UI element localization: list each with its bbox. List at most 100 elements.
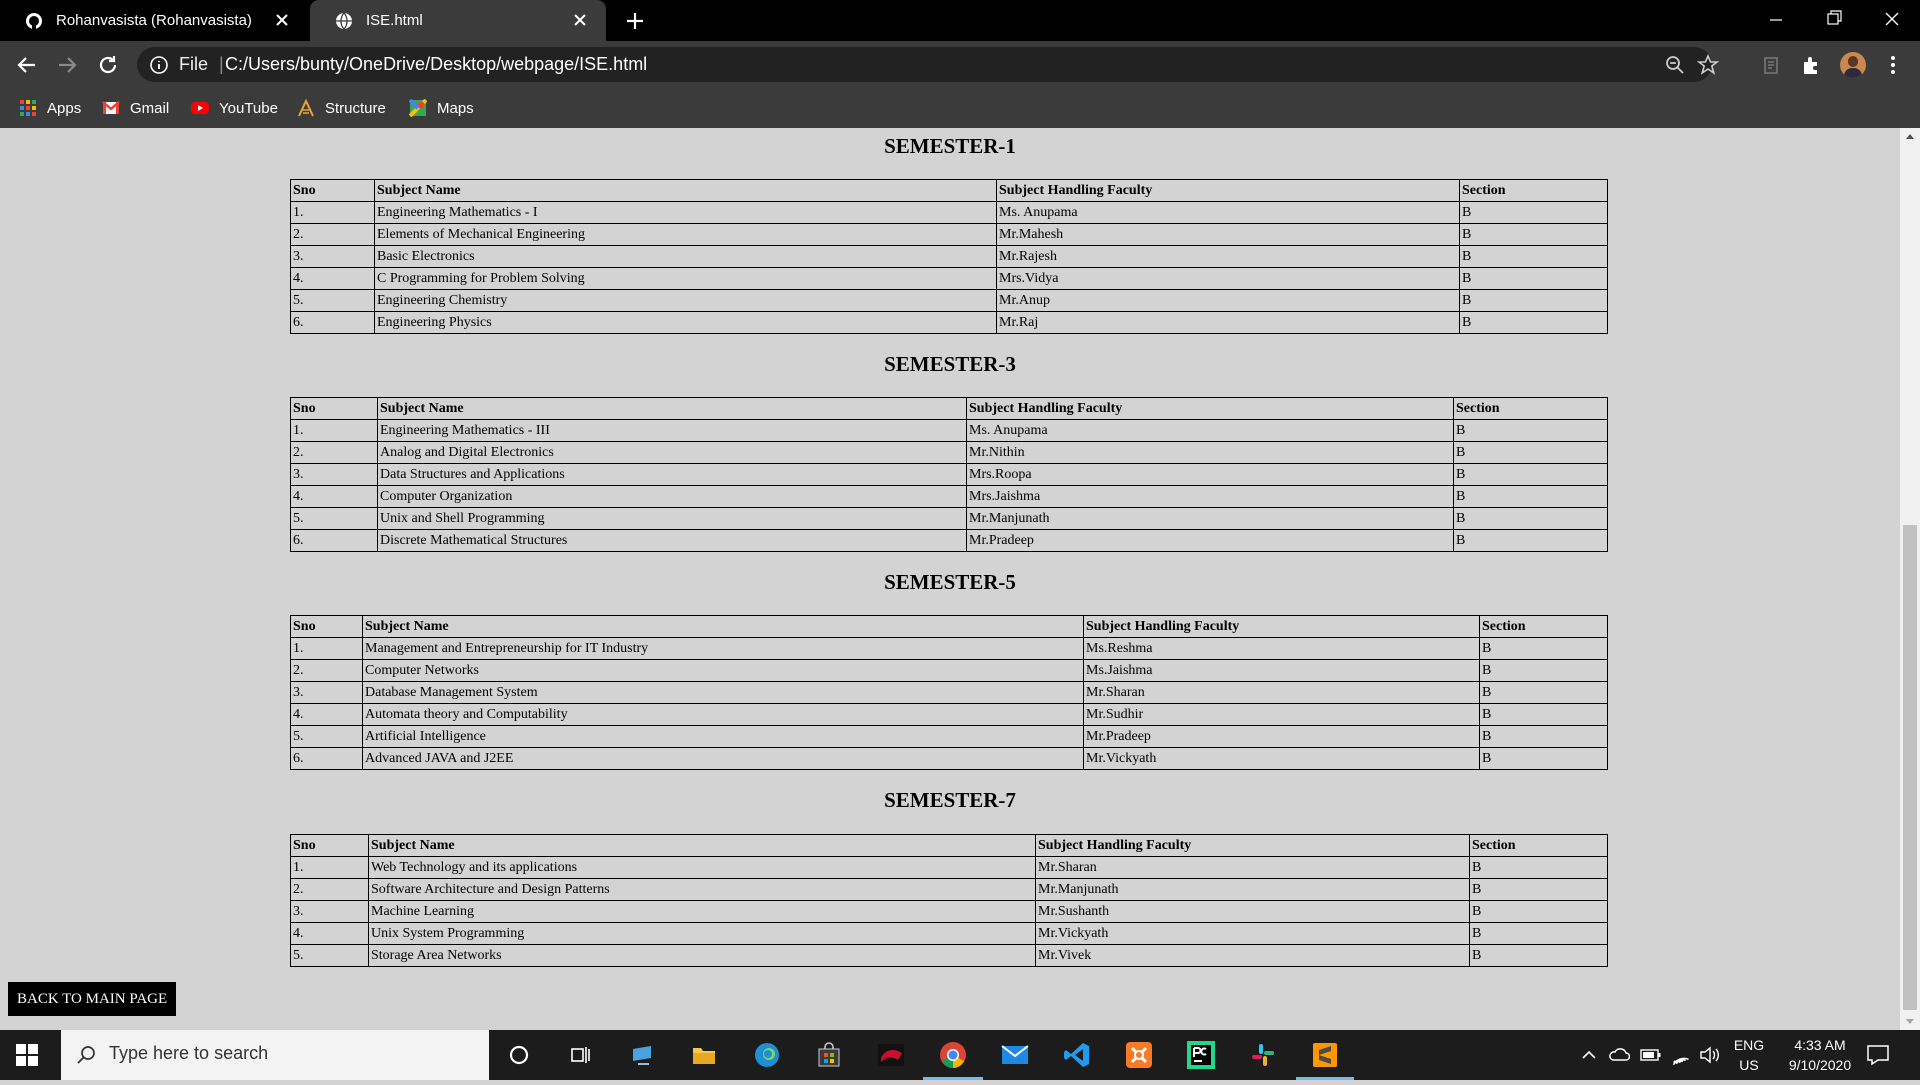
file-explorer-icon[interactable]	[687, 1038, 721, 1072]
tab-title: Rohanvasista (Rohanvasista)	[56, 12, 252, 29]
subject-cell: C Programming for Problem Solving	[374, 267, 997, 290]
table-row: 5. Engineering Chemistry Mr.Anup B	[290, 289, 1608, 312]
section-cell: B	[1459, 223, 1608, 246]
show-hidden-icons-chevron-up-icon[interactable]	[1580, 1046, 1598, 1064]
scrollbar-thumb[interactable]	[1903, 525, 1917, 1010]
back-arrow-icon[interactable]	[14, 52, 40, 78]
faculty-cell: Mr.Nithin	[966, 441, 1454, 464]
faculty-cell: Mr.Sharan	[1035, 856, 1470, 879]
battery-icon[interactable]	[1640, 1046, 1662, 1064]
reading-list-icon[interactable]	[1760, 53, 1784, 77]
slack-icon[interactable]	[1246, 1038, 1280, 1072]
subject-cell: Engineering Chemistry	[374, 289, 997, 312]
subject-cell: Storage Area Networks	[368, 944, 1036, 967]
sno-cell: 4.	[290, 703, 363, 726]
zoom-icon[interactable]	[1664, 54, 1686, 76]
sno-cell: 4.	[290, 485, 378, 508]
section-cell: B	[1453, 441, 1608, 464]
reload-icon[interactable]	[95, 52, 121, 78]
table-row: 2. Elements of Mechanical Engineering Mr.M…	[290, 223, 1608, 246]
mail-icon[interactable]	[998, 1038, 1032, 1072]
section-cell: B	[1479, 637, 1608, 660]
faculty-cell: Ms. Anupama	[996, 201, 1460, 224]
game-icon[interactable]	[874, 1038, 908, 1072]
info-icon[interactable]	[149, 55, 169, 75]
profile-avatar[interactable]	[1840, 52, 1866, 78]
close-tab-icon[interactable]	[272, 10, 292, 30]
volume-speaker-icon[interactable]	[1698, 1045, 1720, 1065]
minimize-icon[interactable]	[1748, 0, 1804, 41]
bookmark-star-icon[interactable]	[1697, 54, 1719, 76]
faculty-header: Subject Handling Faculty	[996, 179, 1460, 202]
vscode-icon[interactable]	[1060, 1038, 1094, 1072]
scroll-up-arrow-icon[interactable]	[1900, 128, 1920, 145]
onedrive-cloud-icon[interactable]	[1608, 1045, 1630, 1065]
bookmark-apps[interactable]: Apps	[19, 96, 81, 120]
youtube-icon	[191, 102, 209, 114]
cortana-icon[interactable]	[502, 1038, 536, 1072]
url-text[interactable]: C:/Users/bunty/OneDrive/Desktop/webpage/…	[225, 54, 647, 75]
table-row: 2. Computer Networks Ms.Jaishma B	[290, 659, 1608, 682]
subject-header: Subject Name	[362, 615, 1084, 638]
subject-header: Subject Name	[377, 397, 967, 420]
bookmark-youtube[interactable]: YouTube	[191, 96, 278, 120]
wifi-icon[interactable]	[1670, 1045, 1692, 1065]
chrome-icon[interactable]	[936, 1038, 970, 1072]
sno-cell: 3.	[290, 900, 369, 923]
browser-toolbar: File | C:/Users/bunty/OneDrive/Desktop/w…	[0, 41, 1920, 88]
faculty-header: Subject Handling Faculty	[966, 397, 1454, 420]
semester-title: SEMESTER-7	[884, 788, 1016, 812]
close-window-icon[interactable]	[1864, 0, 1920, 41]
input-language-indicator[interactable]: ENG US	[1731, 1035, 1767, 1085]
sno-cell: 6.	[290, 311, 375, 334]
subject-cell: Database Management System	[362, 681, 1084, 704]
action-center-notification-icon[interactable]	[1866, 1044, 1890, 1066]
pc-icon[interactable]	[626, 1038, 660, 1072]
bookmark-structure[interactable]: Structure	[297, 96, 386, 120]
clock[interactable]: 4:33 AM 9/10/2020	[1774, 1035, 1866, 1085]
extensions-puzzle-icon[interactable]	[1800, 53, 1824, 77]
new-tab-icon[interactable]	[622, 8, 648, 34]
sno-cell: 3.	[290, 245, 375, 268]
store-icon[interactable]	[812, 1038, 846, 1072]
bookmark-label: Apps	[47, 99, 82, 117]
pycharm-icon[interactable]	[1184, 1038, 1218, 1072]
xampp-icon[interactable]	[1122, 1038, 1156, 1072]
task-view-icon[interactable]	[563, 1038, 597, 1072]
subject-cell: Unix System Programming	[368, 922, 1036, 945]
section-cell: B	[1469, 856, 1608, 879]
table-row: 6. Advanced JAVA and J2EE Mr.Vickyath B	[290, 747, 1608, 770]
section-cell: B	[1469, 922, 1608, 945]
forward-arrow-icon[interactable]	[54, 52, 80, 78]
sublime-icon[interactable]	[1308, 1038, 1342, 1072]
windows-start-icon[interactable]	[15, 1043, 39, 1067]
restore-icon[interactable]	[1806, 0, 1862, 41]
menu-kebab-icon[interactable]	[1881, 53, 1905, 77]
faculty-cell: Mr.Vickyath	[1083, 747, 1480, 770]
section-cell: B	[1453, 463, 1608, 486]
close-tab-icon[interactable]	[570, 10, 590, 30]
faculty-header: Subject Handling Faculty	[1035, 834, 1470, 857]
tab-github[interactable]: Rohanvasista (Rohanvasista)	[0, 0, 308, 41]
address-bar[interactable]: File | C:/Users/bunty/OneDrive/Desktop/w…	[137, 47, 1719, 82]
edge-icon[interactable]	[750, 1038, 784, 1072]
globe-icon	[336, 12, 352, 29]
faculty-cell: Mrs.Vidya	[996, 267, 1460, 290]
scroll-down-arrow-icon[interactable]	[1900, 1013, 1920, 1030]
scheme-label: File	[179, 54, 209, 74]
bookmark-maps[interactable]: Maps	[409, 96, 474, 120]
section-cell: B	[1479, 725, 1608, 748]
subject-cell: Web Technology and its applications	[368, 856, 1036, 879]
faculty-cell: Mr.Raj	[996, 311, 1460, 334]
sno-cell: 6.	[290, 529, 378, 552]
back-to-main-page-button[interactable]: BACK TO MAIN PAGE	[8, 982, 177, 1016]
bookmark-gmail[interactable]: Gmail	[102, 96, 169, 120]
tab-ise[interactable]: ISE.html	[310, 0, 606, 41]
maps-icon	[409, 99, 427, 117]
section-header: Section	[1453, 397, 1608, 420]
taskbar-search-input[interactable]: Type here to search	[61, 1030, 489, 1080]
vertical-scrollbar[interactable]	[1900, 128, 1920, 1030]
semester-table: Sno Subject Name Subject Handling Facult…	[290, 179, 1608, 334]
sno-cell: 4.	[290, 922, 369, 945]
subject-cell: Data Structures and Applications	[377, 463, 967, 486]
